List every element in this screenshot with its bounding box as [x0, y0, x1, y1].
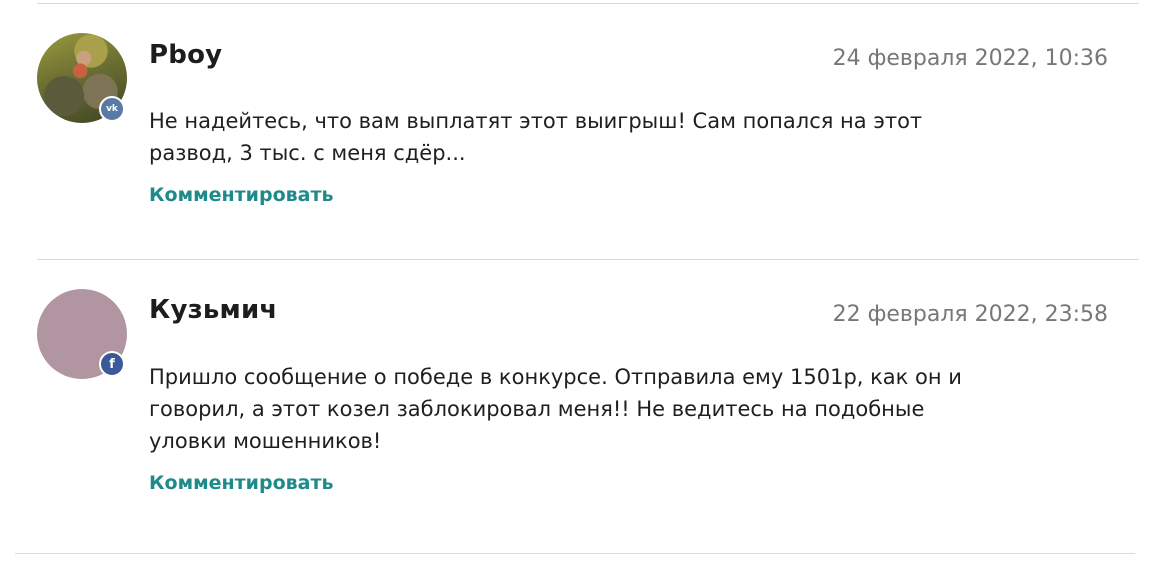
comment-author[interactable]: Pboy [149, 40, 222, 70]
vk-icon: vk [99, 96, 125, 122]
comment-text-line: говорил, а этот козел заблокировал меня!… [149, 397, 925, 421]
comment-text-line: Не надейтесь, что вам выплатят этот выиг… [149, 109, 923, 133]
reply-button[interactable]: Комментировать [149, 184, 334, 206]
vk-icon-label: vk [106, 104, 118, 114]
comment-text: Пришло сообщение о победе в конкурсе. От… [149, 361, 1009, 457]
facebook-icon-label: f [109, 356, 115, 372]
comment-text-line: Пришло сообщение о победе в конкурсе. От… [149, 365, 962, 389]
comment-author[interactable]: Кузьмич [149, 295, 277, 325]
top-divider [37, 3, 1139, 4]
reply-button[interactable]: Комментировать [149, 472, 334, 494]
facebook-icon: f [99, 351, 125, 377]
comment-text-line: развод, 3 тыс. с меня сдёр... [149, 141, 466, 165]
comment-text-line: уловки мошенников! [149, 429, 382, 453]
bottom-divider [15, 553, 1135, 554]
comment-divider [37, 259, 1139, 260]
comment-date: 22 февраля 2022, 23:58 [832, 302, 1108, 327]
comment-date: 24 февраля 2022, 10:36 [832, 46, 1108, 71]
comment-text: Не надейтесь, что вам выплатят этот выиг… [149, 105, 1009, 169]
